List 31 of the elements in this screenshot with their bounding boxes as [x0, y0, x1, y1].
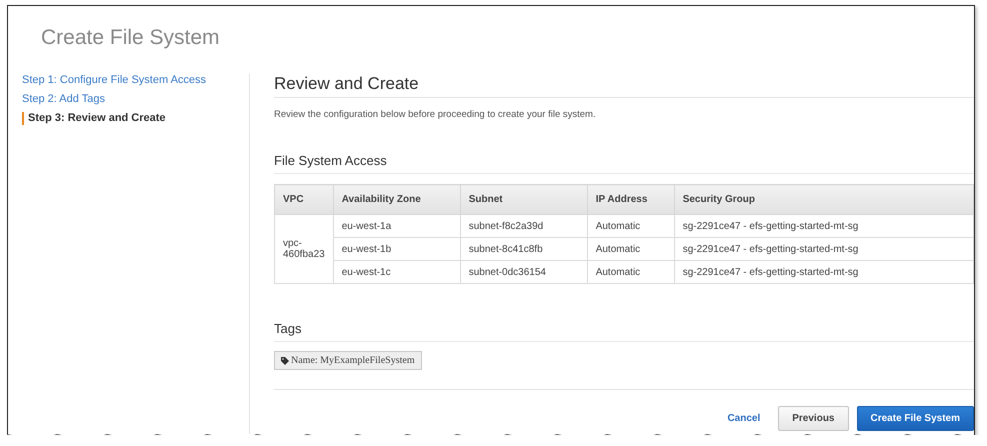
section-heading: Review and Create — [274, 74, 974, 98]
table-cell: eu-west-1b — [333, 238, 460, 260]
wizard-step[interactable]: Step 1: Configure File System Access — [22, 74, 206, 87]
table-cell: subnet-8c41c8fb — [460, 238, 588, 260]
table-cell: vpc-460fba23 — [274, 214, 334, 284]
tag-icon — [281, 356, 289, 364]
table-cell: sg-2291ce47 - efs-getting-started-mt-sg — [674, 214, 974, 238]
table-cell: eu-west-1a — [333, 214, 460, 238]
create-button[interactable]: Create File System — [856, 406, 974, 431]
table-cell: sg-2291ce47 - efs-getting-started-mt-sg — [674, 238, 974, 260]
description-text: Review the configuration below before proceeding to create your file system. — [274, 109, 597, 120]
table-cell: Automatic — [587, 214, 674, 238]
table-cell: Automatic — [587, 260, 674, 284]
previous-button[interactable]: Previous — [778, 406, 848, 431]
column-header: Security Group — [674, 184, 974, 214]
page-title: Create File System — [40, 25, 221, 51]
wizard-step[interactable]: Step 3: Review and Create — [22, 112, 166, 125]
table-cell: Automatic — [587, 238, 674, 260]
section-heading: File System Access — [274, 153, 974, 174]
column-header: Availability Zone — [333, 184, 460, 214]
table-cell: sg-2291ce47 - efs-getting-started-mt-sg — [674, 260, 974, 284]
table-cell: subnet-0dc36154 — [460, 260, 588, 284]
column-header: Subnet — [460, 184, 588, 214]
table-cell: eu-west-1c — [333, 260, 460, 284]
column-header: VPC — [274, 184, 334, 214]
wizard-step[interactable]: Step 2: Add Tags — [22, 93, 105, 106]
table-cell: subnet-f8c2a39d — [460, 214, 588, 238]
tag-label: Name: MyExampleFileSystem — [291, 355, 415, 366]
cancel-link[interactable]: Cancel — [727, 413, 760, 424]
section-heading: Tags — [274, 321, 974, 342]
column-header: IP Address — [587, 184, 674, 214]
